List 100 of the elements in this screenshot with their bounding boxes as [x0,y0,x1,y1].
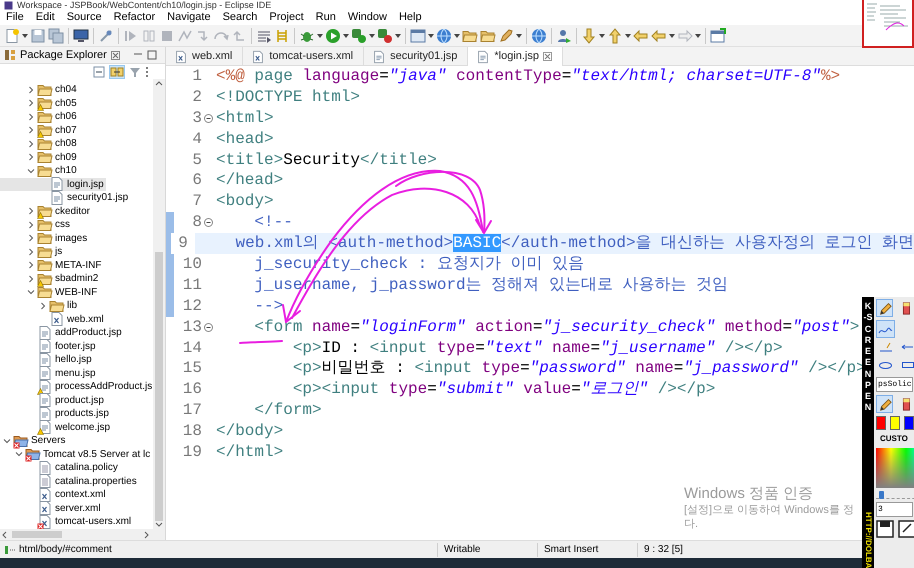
chevron-right-icon[interactable] [27,220,35,229]
chevron-down-icon[interactable] [3,436,11,445]
tree-item[interactable]: products.jsp [0,407,111,420]
tree-item[interactable]: processAddProduct.js [0,380,154,394]
tree-item[interactable]: ch08 [0,137,79,150]
tree-item[interactable]: Tomcat v8.5 Server at lc [0,448,152,461]
scroll-right-icon[interactable] [143,530,151,538]
tree-item[interactable]: lib [0,299,80,312]
view-menu-icon[interactable] [145,66,149,78]
tree-item[interactable]: security01.jsp [0,191,130,204]
chevron-right-icon[interactable] [27,153,35,162]
chevron-down-icon[interactable] [27,288,35,296]
scroll-left-icon[interactable] [0,530,8,538]
tree-item[interactable]: welcome.jsp [0,420,112,434]
chevron-right-icon[interactable] [27,261,35,270]
menu-item[interactable]: Refactor [108,10,162,25]
chevron-right-icon[interactable] [27,274,35,283]
tree-item[interactable]: hello.jsp [0,353,94,366]
editor-tab[interactable]: web.xml [166,47,244,66]
tree-item[interactable]: META-INF [0,258,104,272]
new-window-icon[interactable] [710,28,726,44]
server-run-icon[interactable] [351,28,367,44]
editor-tab[interactable]: tomcat-users.xml [243,47,364,66]
pencil-button[interactable] [876,299,893,317]
tree-item[interactable]: addProduct.jsp [0,326,124,340]
chevron-right-icon[interactable] [27,126,35,134]
panel-url[interactable]: HTTP://DOLBA [862,512,874,568]
menu-item[interactable]: Navigate [161,10,217,25]
horizontal-scrollbar[interactable] [0,529,165,540]
tree-item[interactable]: context.xml [0,488,108,502]
color-swatch[interactable] [890,416,900,430]
tree-item[interactable]: web.xml [0,312,106,326]
chevron-down-icon[interactable] [27,166,35,175]
menu-item[interactable]: File [0,10,30,25]
caret-icon[interactable] [343,34,349,38]
chevron-right-icon[interactable] [27,234,35,242]
chevron-right-icon[interactable] [39,302,47,310]
style-field[interactable]: psSolic [876,377,913,392]
menu-item[interactable]: Source [60,10,108,25]
tree-item[interactable]: catalina.policy [0,461,120,474]
collapse-all-icon[interactable] [93,66,105,78]
caret-icon[interactable] [695,34,701,38]
chevron-right-icon[interactable] [27,99,35,108]
tree-item[interactable]: ckeditor [0,204,92,218]
save-icon[interactable] [876,520,894,538]
chevron-right-icon[interactable] [27,248,35,256]
caret-icon[interactable] [369,34,375,38]
caret-icon[interactable] [625,34,631,38]
pencil-button[interactable] [876,395,893,413]
menu-item[interactable]: Run [310,10,342,25]
monitor-icon[interactable] [73,28,89,44]
caret-icon[interactable] [428,34,434,38]
tree-item[interactable]: ch10 [0,164,79,178]
tree-item[interactable]: ch06 [0,110,79,124]
color-swatch[interactable] [876,416,886,430]
menu-item[interactable]: Window [342,10,393,25]
tree-item[interactable]: ch09 [0,150,79,164]
chevron-right-icon[interactable] [27,86,35,94]
tree-item[interactable]: css [0,218,72,232]
collapse-icon[interactable] [204,322,212,332]
close-icon[interactable] [543,52,552,61]
slider-thumb[interactable] [878,491,884,499]
caret-icon[interactable] [317,34,323,38]
width-field[interactable]: 3 [876,502,913,517]
chevron-right-icon[interactable] [27,207,35,216]
tree-item[interactable]: Servers [0,434,68,448]
tree-item[interactable]: server.xml [0,502,103,515]
tree-item[interactable]: login.jsp [0,178,106,191]
collapse-icon[interactable] [204,114,212,123]
tree-item[interactable]: tomcat-users.xml [0,515,134,528]
tree-item[interactable]: js [0,245,64,258]
scroll-up-icon[interactable] [155,79,164,87]
globe-icon[interactable] [531,28,547,44]
menu-item[interactable]: Search [216,10,264,25]
person-icon[interactable] [556,28,572,44]
tree-item[interactable]: menu.jsp [0,366,98,380]
tree-item[interactable]: ch05 [0,96,79,110]
tree-item[interactable]: ch07 [0,124,79,137]
tree-item[interactable]: WEB-INF [0,286,100,299]
close-icon[interactable] [110,50,120,60]
caret-icon[interactable] [669,34,675,38]
collapse-icon[interactable] [204,218,212,228]
pin-icon[interactable] [98,28,114,44]
menu-item[interactable]: Edit [30,10,61,25]
globe-icon[interactable] [436,28,452,44]
menu-item[interactable]: Help [392,10,428,25]
scroll-down-icon[interactable] [155,521,164,529]
chevron-right-icon[interactable] [27,140,35,148]
tree-item[interactable]: catalina.properties [0,474,139,488]
caret-icon[interactable] [516,34,522,38]
server-stop-icon[interactable] [377,28,393,44]
link-editor-icon[interactable] [110,66,124,78]
caret-icon[interactable] [454,34,460,38]
tree-item[interactable]: ch04 [0,83,79,96]
tree-item[interactable]: sbadmin2 [0,272,100,286]
menu-item[interactable]: Project [263,10,310,25]
editor-tab[interactable]: *login.jsp [468,47,563,66]
tree-item[interactable]: footer.jsp [0,340,98,353]
color-swatch[interactable] [904,416,914,430]
chevron-down-icon[interactable] [15,450,23,458]
